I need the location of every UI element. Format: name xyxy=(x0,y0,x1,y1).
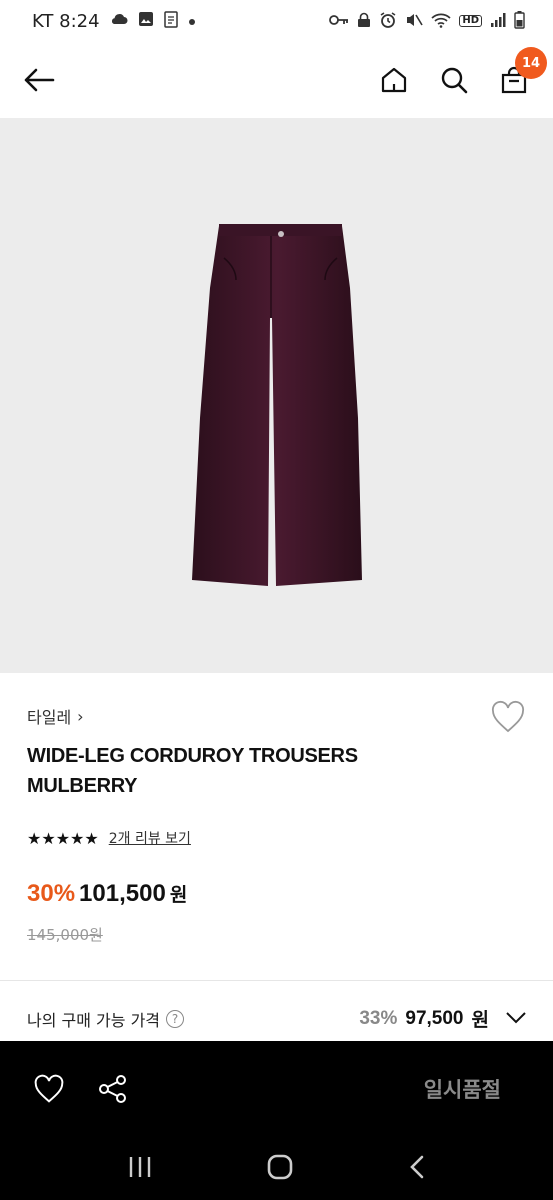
wishlist-heart-icon[interactable] xyxy=(490,700,528,738)
cart-count-badge: 14 xyxy=(515,47,547,79)
currency-label: 원 xyxy=(169,884,188,906)
my-price-values: 33% 97,500 원 xyxy=(359,1005,527,1032)
my-discount-rate: 33% xyxy=(359,1007,398,1029)
status-right: HD xyxy=(329,10,525,32)
battery-icon xyxy=(514,10,525,32)
divider xyxy=(0,980,553,981)
recent-apps-icon[interactable] xyxy=(127,1155,153,1183)
nav-actions: 14 xyxy=(377,47,547,97)
original-price: 145,000원 xyxy=(27,926,103,944)
image-icon xyxy=(138,11,154,31)
dot-icon xyxy=(188,12,196,30)
search-icon[interactable] xyxy=(437,63,471,97)
my-price-row[interactable]: 나의 구매 가능 가격 ? 33% 97,500 원 xyxy=(27,1005,527,1032)
price-row: 30% 101,500 원 xyxy=(27,880,187,908)
product-title: WIDE-LEG CORDUROY TROUSERS MULBERRY xyxy=(27,745,358,797)
home-icon[interactable] xyxy=(377,63,411,97)
star-rating-icon: ★★★★★ xyxy=(27,828,99,848)
product-image[interactable] xyxy=(0,118,553,673)
status-left: KT 8:24 xyxy=(32,11,196,32)
heart-icon[interactable] xyxy=(32,1072,66,1106)
my-price-label: 나의 구매 가능 가격 xyxy=(27,1010,161,1030)
share-icon[interactable] xyxy=(96,1072,130,1106)
brand-name: 타일레 xyxy=(27,708,72,727)
carrier-time: KT 8:24 xyxy=(32,10,100,32)
trousers-illustration xyxy=(192,224,362,586)
note-icon xyxy=(163,10,178,32)
chevron-down-icon[interactable] xyxy=(505,1009,527,1028)
status-bar: KT 8:24 HD xyxy=(0,0,553,42)
action-bar: 일시품절 xyxy=(0,1041,553,1137)
mute-icon xyxy=(405,12,424,31)
chevron-right-icon: › xyxy=(77,706,84,726)
hd-icon: HD xyxy=(459,15,482,27)
help-icon[interactable]: ? xyxy=(166,1009,185,1028)
sale-price: 101,500 xyxy=(79,880,166,907)
lock-icon xyxy=(357,12,371,31)
rating-row: ★★★★★ 2개 리뷰 보기 xyxy=(27,828,191,848)
cloud-icon xyxy=(110,12,128,30)
review-link[interactable]: 2개 리뷰 보기 xyxy=(109,828,191,848)
brand-link[interactable]: 타일레 › xyxy=(27,704,84,728)
my-price-currency: 원 xyxy=(471,1009,489,1031)
top-nav: 14 xyxy=(0,42,553,118)
my-price-value: 97,500 xyxy=(405,1007,464,1029)
back-arrow-icon[interactable] xyxy=(22,63,56,97)
system-nav-bar xyxy=(0,1137,553,1200)
wifi-icon xyxy=(431,12,451,31)
back-nav-icon[interactable] xyxy=(408,1154,426,1184)
my-price-label-group: 나의 구매 가능 가격 ? xyxy=(27,1007,185,1031)
home-nav-icon[interactable] xyxy=(266,1153,294,1185)
discount-rate: 30% xyxy=(27,880,76,907)
sold-out-button[interactable]: 일시품절 xyxy=(424,1074,523,1104)
signal-icon xyxy=(490,12,506,31)
key-icon xyxy=(329,14,349,29)
alarm-icon xyxy=(379,11,397,32)
cart-button[interactable]: 14 xyxy=(497,47,547,97)
